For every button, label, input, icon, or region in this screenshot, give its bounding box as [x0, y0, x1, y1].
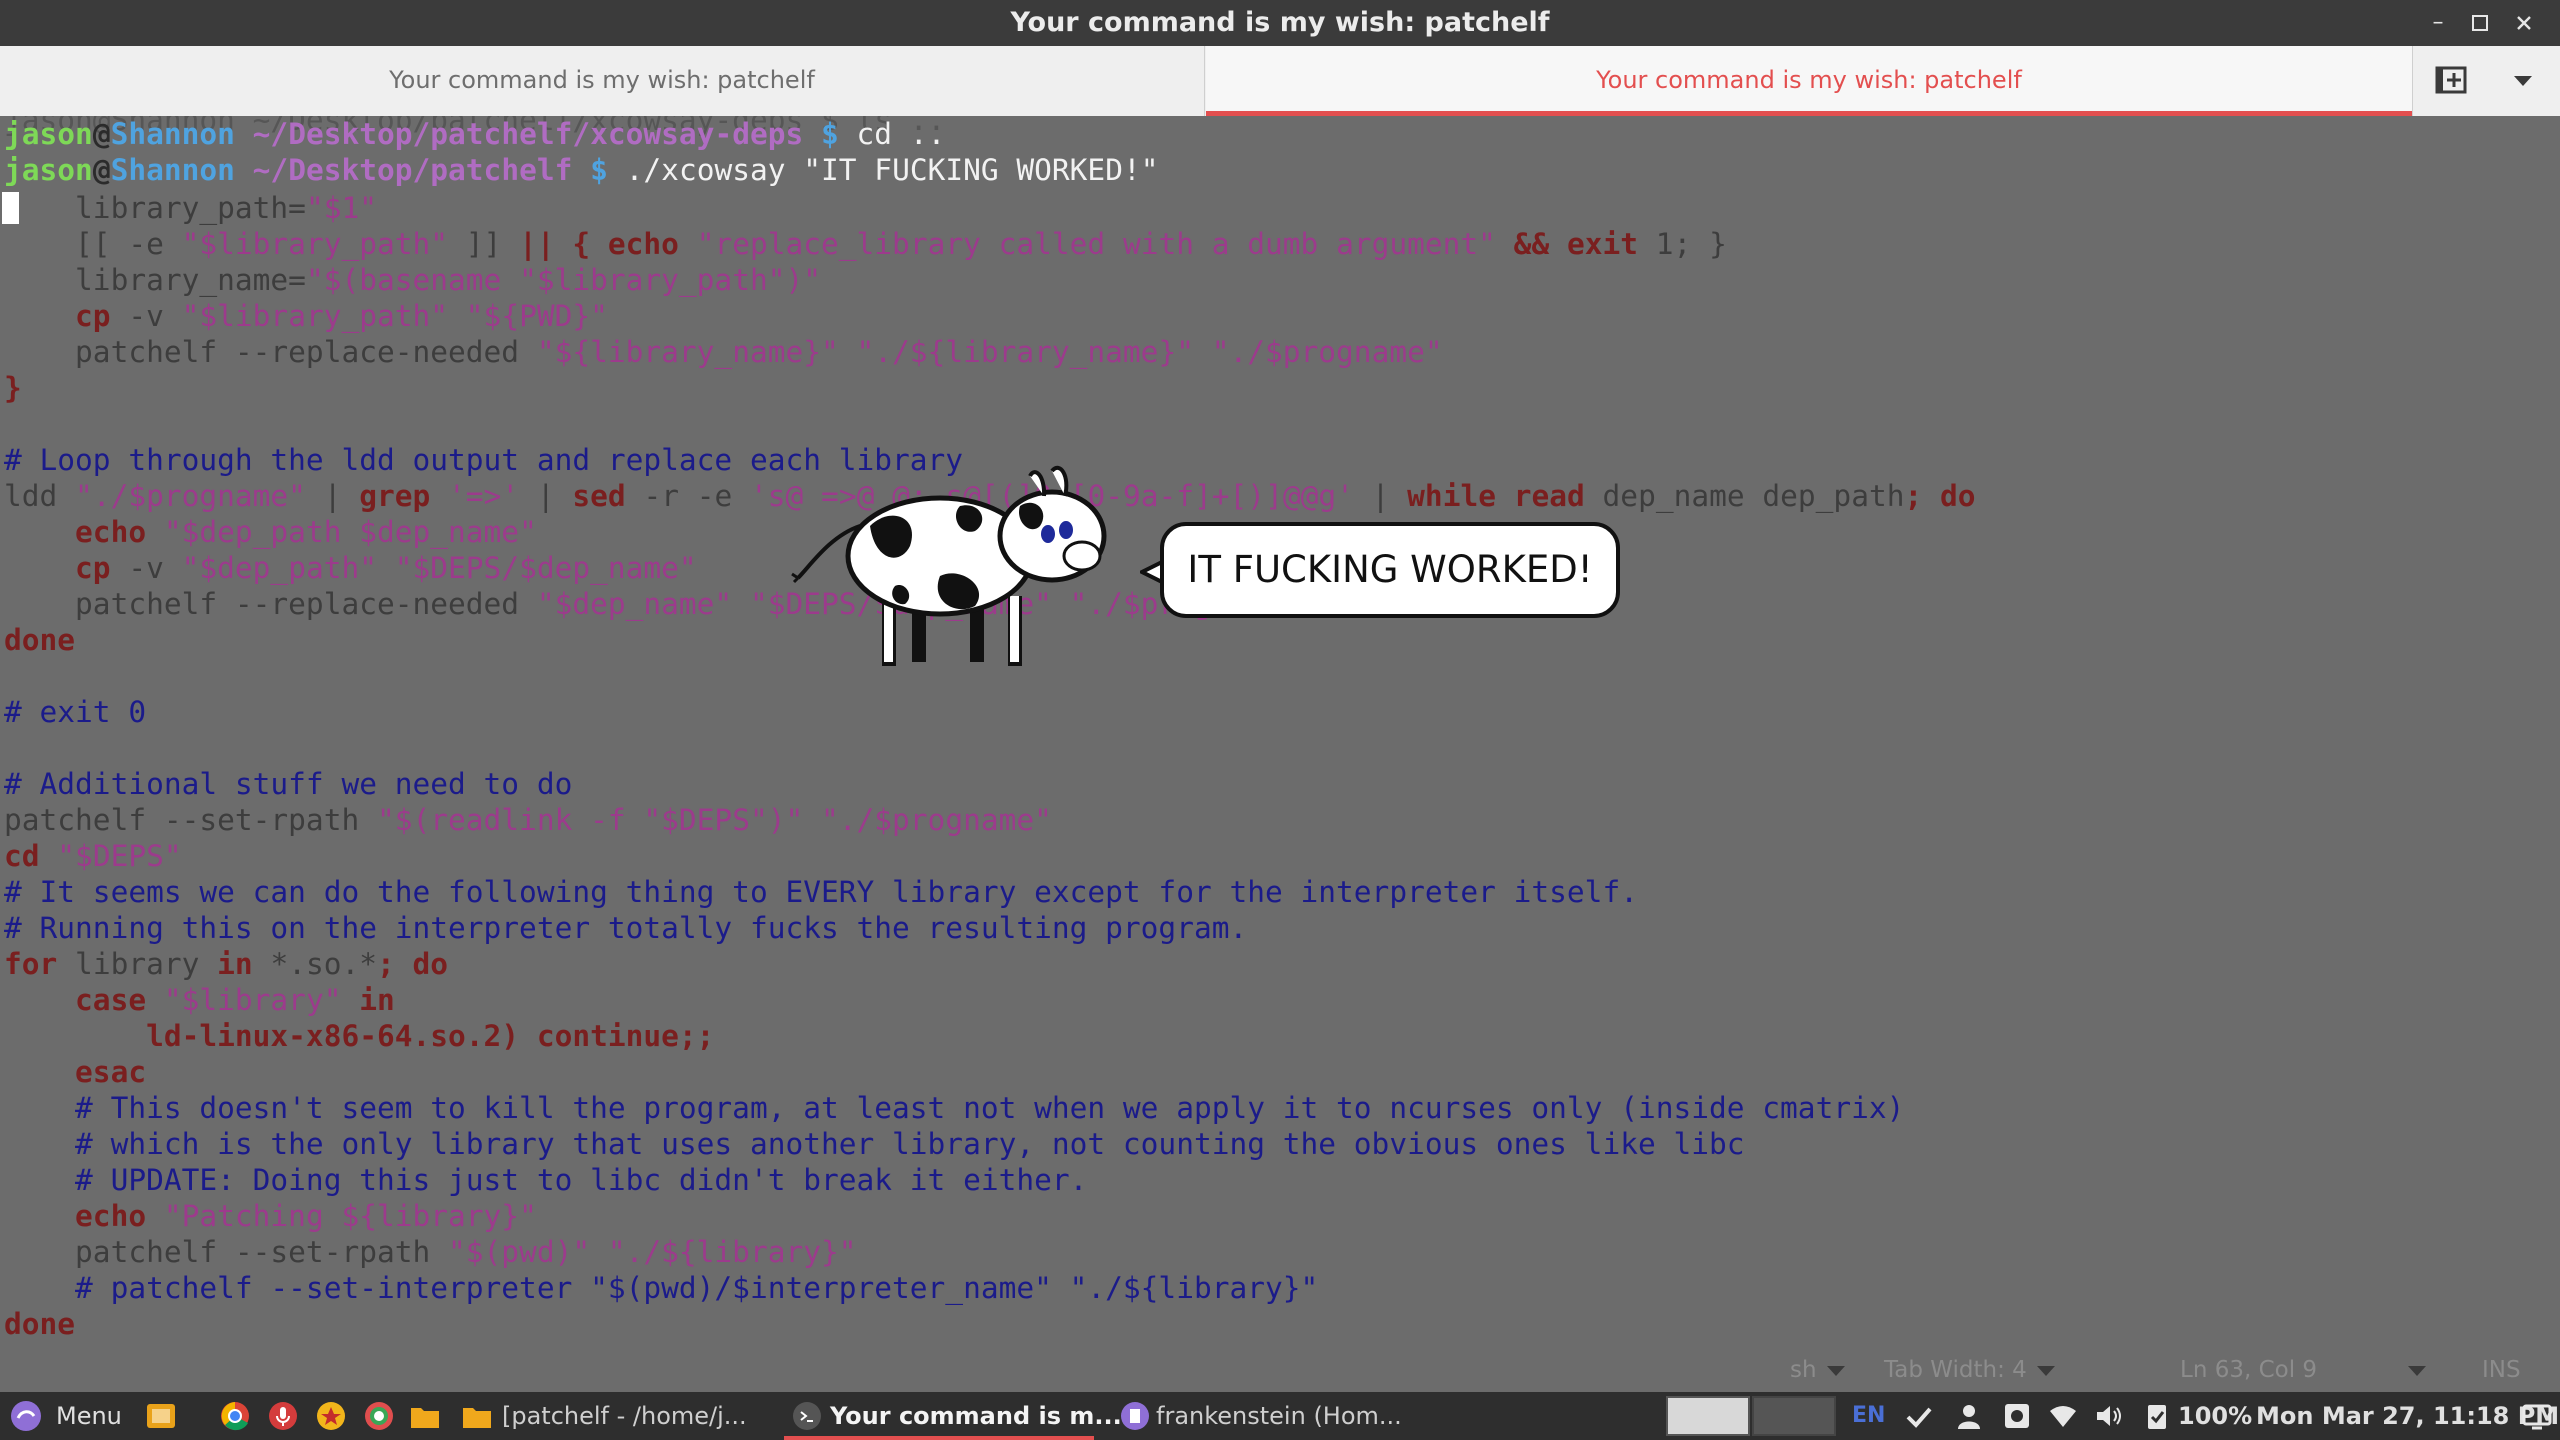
code-line: cp -v "$dep_path" "$DEPS/$dep_name": [4, 551, 697, 585]
code-line: ld-linux-x86-64.so.2) continue;;: [4, 1019, 715, 1053]
new-tab-button[interactable]: [2412, 46, 2487, 116]
chevron-down-icon: [2036, 1365, 2055, 1376]
code-comment-line: # It seems we can do the following thing…: [4, 875, 1638, 909]
show-desktop-icon[interactable]: [146, 1401, 176, 1431]
language-label: sh: [1790, 1357, 1817, 1383]
battery-percent: 100%: [2178, 1402, 2253, 1430]
prompt-command: cd ..: [856, 117, 946, 151]
new-tab-icon: [2435, 66, 2467, 94]
tab-width-selector[interactable]: Tab Width: 4: [1884, 1348, 2055, 1392]
workspace-1[interactable]: [1666, 1396, 1750, 1436]
code-line: }: [4, 371, 22, 405]
code-line: done: [4, 1307, 76, 1341]
chevron-down-icon: [2408, 1365, 2426, 1376]
tab-width-label: Tab Width: 4: [1884, 1357, 2027, 1383]
menu-label: Menu: [56, 1402, 122, 1430]
code-comment-line: # patchelf --set-interpreter "$(pwd)/$in…: [4, 1271, 1319, 1305]
menu-button[interactable]: Menu: [8, 1392, 122, 1440]
prompt-at: @: [92, 153, 111, 187]
code-line: echo "$dep_path $dep_name": [4, 515, 537, 549]
taskbar-task-label: Your command is m...: [830, 1402, 1122, 1430]
chevron-down-icon: [1826, 1365, 1845, 1376]
cursor-position-label: Ln 63, Col 9: [2180, 1357, 2318, 1383]
folder-icon[interactable]: [462, 1401, 492, 1431]
microphone-icon[interactable]: [268, 1401, 298, 1431]
code-line: patchelf --replace-needed "${library_nam…: [4, 335, 1443, 369]
code-line: library_path="$1": [4, 191, 377, 225]
prompt-user: jason: [4, 153, 93, 187]
battery-icon[interactable]: [2142, 1401, 2172, 1431]
wifi-icon[interactable]: [2048, 1401, 2078, 1431]
position-dropdown[interactable]: [2398, 1348, 2426, 1392]
code-line: for library in *.so.*; do: [4, 947, 449, 981]
code-comment-line: # Running this on the interpreter totall…: [4, 911, 1248, 945]
terminal-output[interactable]: jason@Shannon ~/Desktop/patchelf/xcowsay…: [0, 116, 2560, 1348]
code-line: echo "Patching ${library}": [4, 1199, 537, 1233]
code-line: cd "$DEPS": [4, 839, 182, 873]
editor-statusbar: sh Tab Width: 4 Ln 63, Col 9 INS: [0, 1348, 2560, 1392]
insert-mode-indicator: INS: [2482, 1357, 2521, 1383]
window-titlebar: Your command is my wish: patchelf –: [0, 0, 2560, 46]
code-line: patchelf --set-rpath "$(pwd)" "./${libra…: [4, 1235, 857, 1269]
prompt-user: jason: [4, 117, 93, 151]
star-app-icon[interactable]: [316, 1401, 346, 1431]
close-icon[interactable]: [2510, 9, 2538, 37]
prompt-path: ~/Desktop/patchelf: [234, 153, 573, 187]
code-line: cp -v "$library_path" "${PWD}": [4, 299, 608, 333]
speech-bubble[interactable]: IT FUCKING WORKED!: [1160, 522, 1620, 618]
prompt-host: Shannon: [110, 153, 235, 187]
code-line: case "$library" in: [4, 983, 395, 1017]
chevron-down-icon: [2514, 76, 2532, 86]
clock[interactable]: Mon Mar 27, 11:18 PM: [2256, 1392, 2559, 1440]
prompt-command: ./xcowsay "IT FUCKING WORKED!": [625, 153, 1159, 187]
tab-menu-button[interactable]: [2486, 46, 2560, 116]
update-manager-icon[interactable]: [1904, 1401, 1934, 1431]
prompt-dollar: $: [572, 153, 626, 187]
mint-menu-icon: [11, 1401, 41, 1431]
language-selector[interactable]: sh: [1790, 1348, 1845, 1392]
code-comment-line: # This doesn't seem to kill the program,…: [4, 1091, 1905, 1125]
prompt-dollar: $: [803, 117, 857, 151]
tab-bar: Your command is my wish: patchelf Your c…: [0, 46, 2560, 117]
taskbar-task-label: frankenstein (Hom...: [1156, 1402, 1402, 1430]
prompt-line: jason@Shannon ~/Desktop/patchelf $ ./xco…: [4, 152, 1158, 188]
text-editor-icon: [1121, 1402, 1149, 1430]
hangouts-icon[interactable]: [364, 1401, 394, 1431]
terminal-icon: [793, 1402, 821, 1430]
folder-icon[interactable]: [410, 1401, 440, 1431]
cursor-position-selector[interactable]: Ln 63, Col 9: [2180, 1348, 2317, 1392]
user-icon[interactable]: [1954, 1401, 1984, 1431]
code-line: [[ -e "$library_path" ]] || { echo "repl…: [4, 227, 1727, 261]
maximize-icon[interactable]: [2466, 9, 2494, 37]
notifications-icon[interactable]: [2522, 1401, 2552, 1431]
code-line: patchelf --set-rpath "$(readlink -f "$DE…: [4, 803, 1052, 837]
window-title: Your command is my wish: patchelf: [1010, 7, 1550, 38]
taskbar-task-terminal[interactable]: Your command is m...: [784, 1392, 1122, 1440]
keyboard-layout[interactable]: EN: [1852, 1392, 1885, 1440]
prompt-host: Shannon: [110, 117, 235, 151]
code-line: library_name="$(basename "$library_path"…: [4, 263, 821, 297]
volume-icon[interactable]: [2094, 1401, 2124, 1431]
tab-terminal-2-active[interactable]: Your command is my wish: patchelf: [1206, 46, 2412, 116]
workspace-2[interactable]: [1752, 1396, 1836, 1436]
chrome-icon[interactable]: [220, 1401, 250, 1431]
code-line: done: [4, 623, 76, 657]
prompt-line: jason@Shannon ~/Desktop/patchelf/xcowsay…: [4, 116, 945, 152]
code-comment-line: # which is the only library that uses an…: [4, 1127, 1745, 1161]
taskbar-task-files[interactable]: [patchelf - /home/j...: [502, 1392, 747, 1440]
code-comment-line: # UPDATE: Doing this just to libc didn't…: [4, 1163, 1088, 1197]
taskbar-task-editor[interactable]: frankenstein (Hom...: [1116, 1392, 1402, 1440]
tab-terminal-1[interactable]: Your command is my wish: patchelf: [0, 46, 1205, 116]
cow-icon[interactable]: [790, 456, 1130, 686]
minimize-icon[interactable]: –: [2424, 9, 2452, 37]
prompt-path: ~/Desktop/patchelf/xcowsay-deps: [234, 117, 804, 151]
code-line: esac: [4, 1055, 147, 1089]
code-comment-line: # Additional stuff we need to do: [4, 767, 573, 801]
prompt-at: @: [92, 117, 111, 151]
taskbar: Menu [patchelf - /home/j... Your command…: [0, 1392, 2560, 1440]
code-comment-line: # exit 0: [4, 695, 147, 729]
disk-icon[interactable]: [2002, 1401, 2032, 1431]
